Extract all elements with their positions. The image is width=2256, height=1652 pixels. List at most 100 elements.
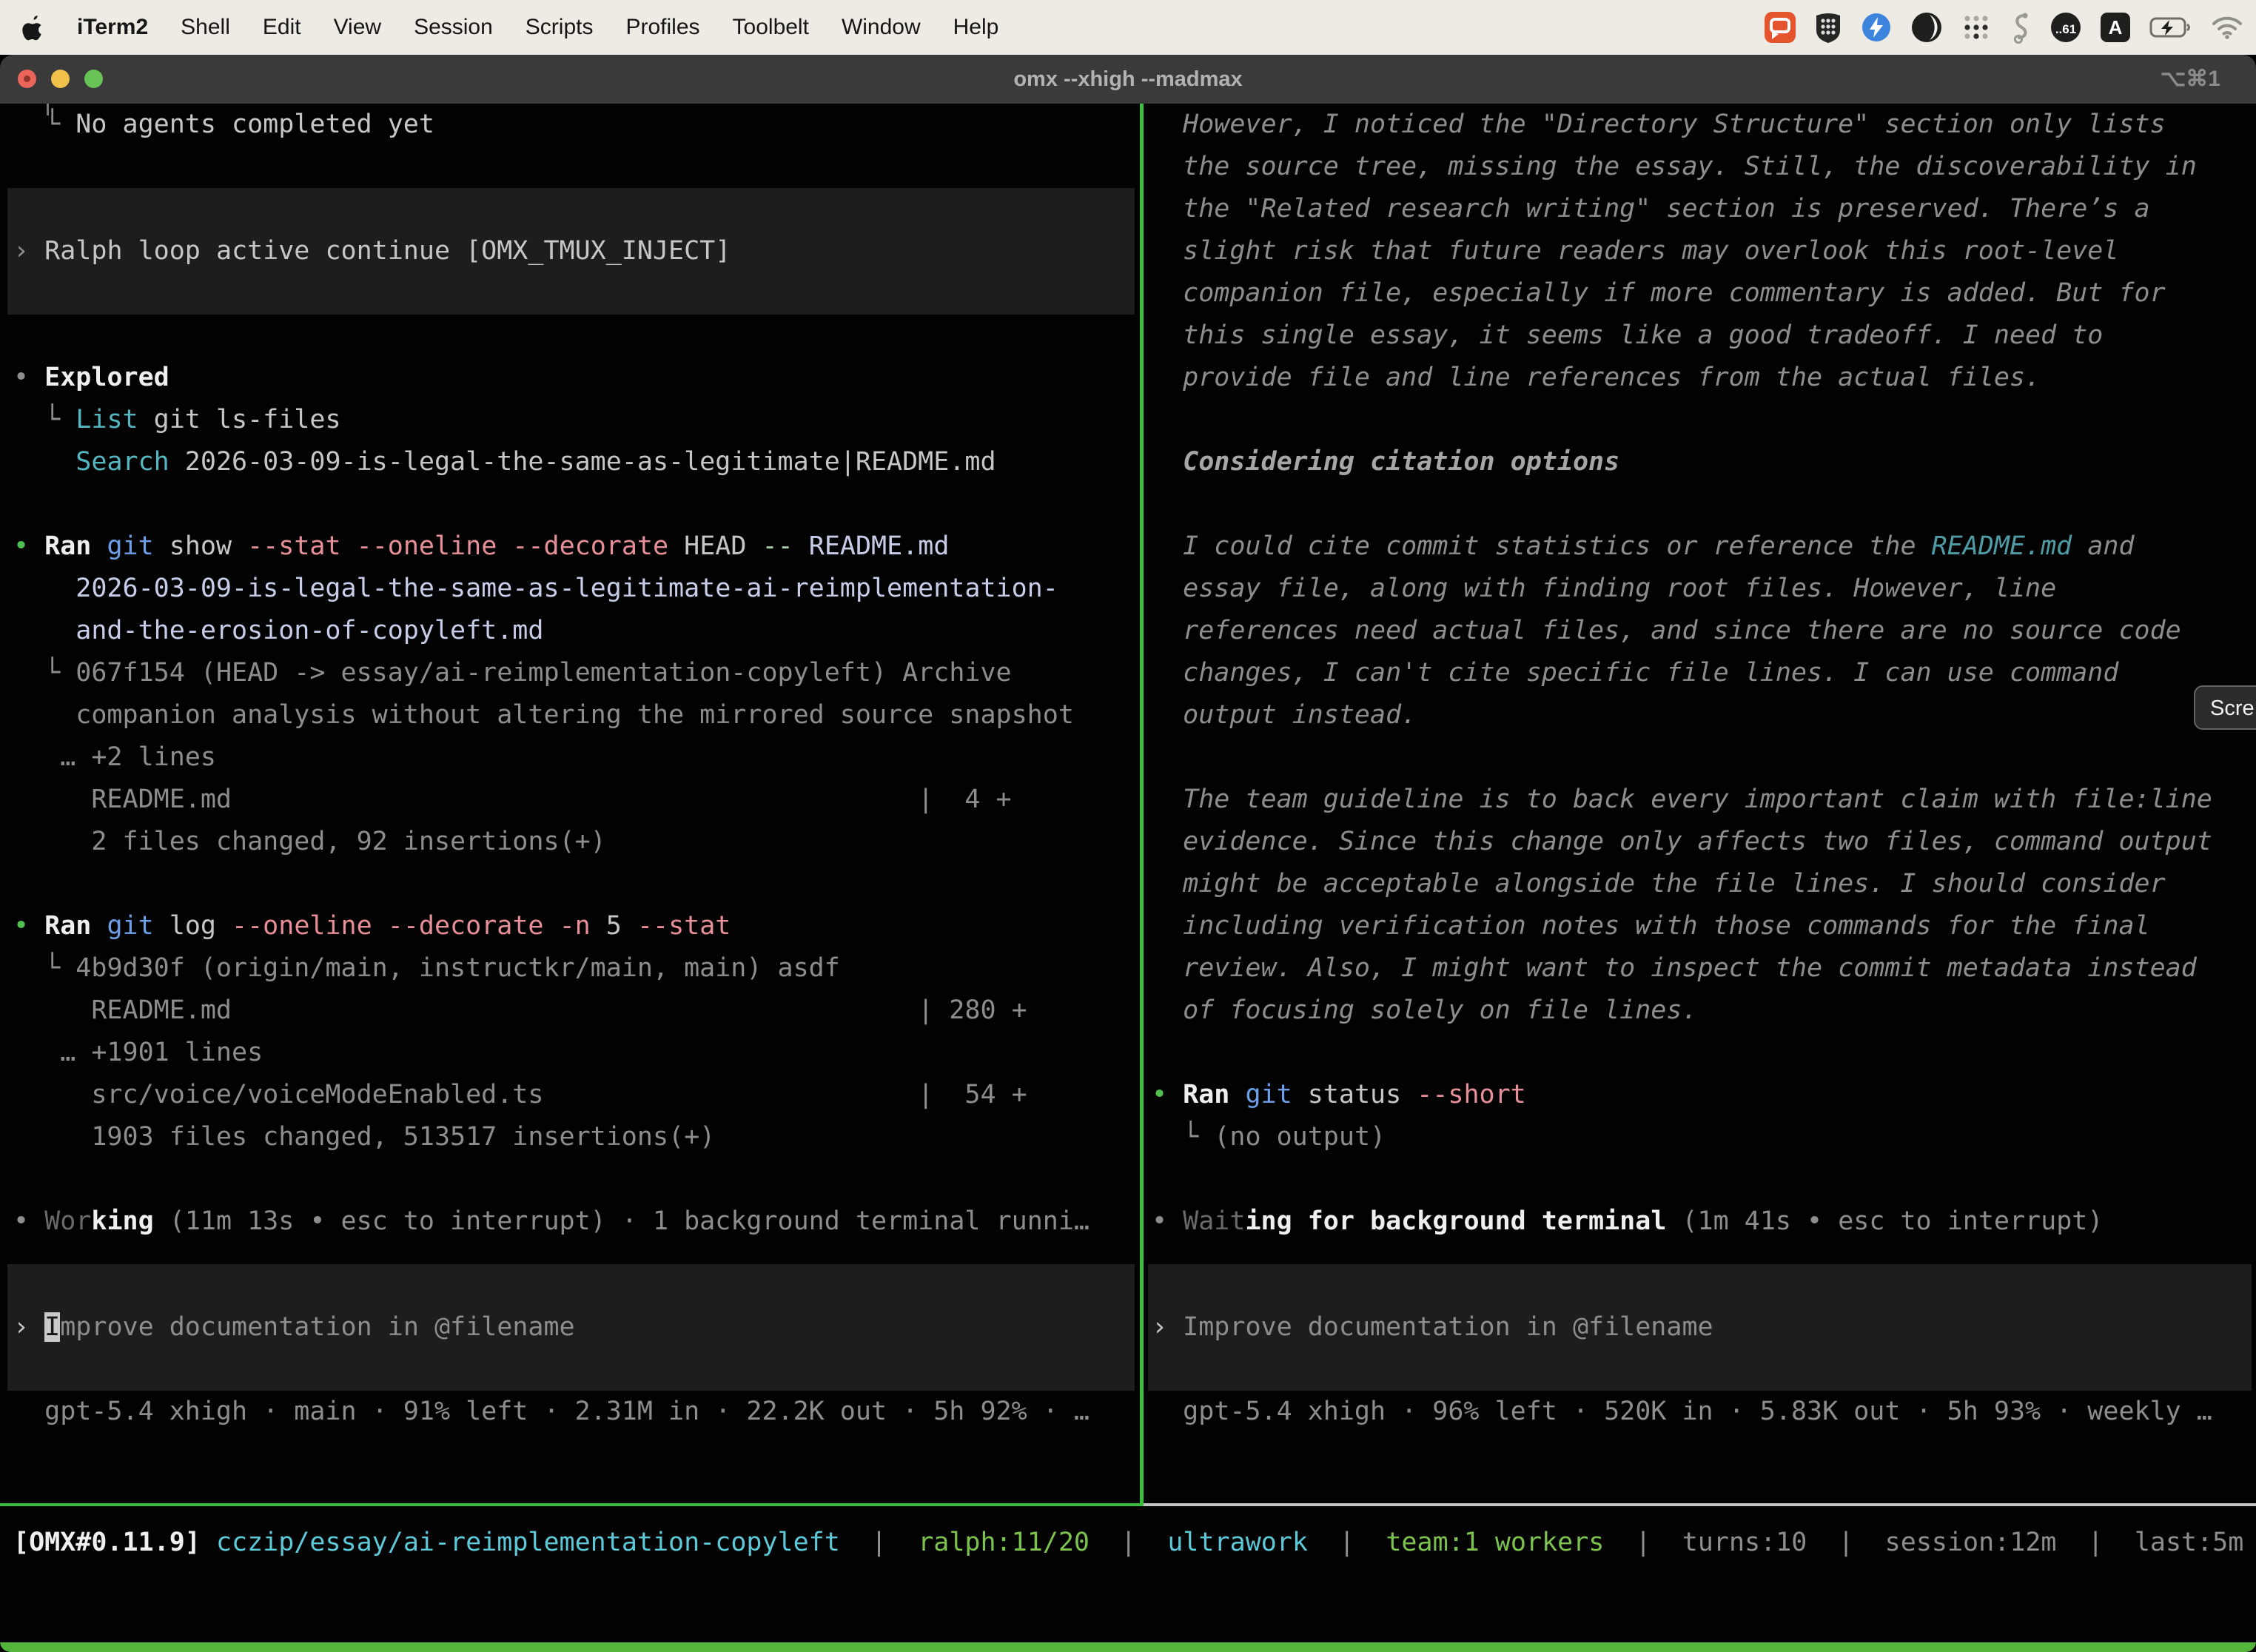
- blank-line: [13, 315, 1140, 357]
- terminal-line: The team guideline is to back every impo…: [1152, 779, 2256, 821]
- terminal-line: of focusing solely on file lines.: [1152, 990, 2256, 1032]
- menu-item-toolbelt[interactable]: Toolbelt: [733, 15, 809, 40]
- terminal-line: I could cite commit statistics or refere…: [1152, 526, 2256, 568]
- terminal-line: README.md | 280 +: [13, 990, 1140, 1032]
- apple-menu-icon[interactable]: [22, 14, 44, 41]
- blank-line: [1152, 399, 2256, 441]
- input-source-letter: A: [2109, 16, 2123, 38]
- terminal-line: provide file and line references from th…: [1152, 357, 2256, 399]
- pane-border-bottom-left: [0, 1503, 1144, 1506]
- terminal-line: slight risk that future readers may over…: [1152, 230, 2256, 272]
- badge-61-icon[interactable]: ..61: [2050, 12, 2081, 43]
- terminal-line: the source tree, missing the essay. Stil…: [1152, 146, 2256, 188]
- terminal-line: └ 4b9d30f (origin/main, instructkr/main,…: [13, 947, 1140, 990]
- terminal-line: references need actual files, and since …: [1152, 610, 2256, 652]
- terminal-line: › Improve documentation in @filename: [1152, 1306, 1713, 1349]
- terminal-line: gpt-5.4 xhigh · 96% left · 520K in · 5.8…: [1152, 1391, 2256, 1433]
- terminal-line: › Ralph loop active continue [OMX_TMUX_I…: [13, 230, 731, 272]
- screen: iTerm2 Shell Edit View Session Scripts Profile…: [0, 0, 2256, 1652]
- s-curve-icon[interactable]: [2010, 11, 2031, 44]
- terminal-line: this single essay, it seems like a good …: [1152, 315, 2256, 357]
- window-shortcut-hint: ⌥⌘1: [2161, 55, 2220, 104]
- battery-charging-icon[interactable]: [2149, 17, 2192, 38]
- pane-border-bottom-right: [1144, 1503, 2256, 1506]
- blue-bolt-icon[interactable]: [1861, 12, 1892, 43]
- terminal-line: … +2 lines: [13, 736, 1140, 779]
- terminal-line: … +1901 lines: [13, 1032, 1140, 1074]
- terminal-line: evidence. Since this change only affects…: [1152, 821, 2256, 863]
- blank-line: [13, 1158, 1140, 1201]
- omx-status-line: [OMX#0.11.9] cczip/essay/ai-reimplementa…: [0, 1522, 2256, 1564]
- terminal-line: 2026-03-09-is-legal-the-same-as-legitima…: [13, 568, 1140, 610]
- terminal-line: src/voice/voiceModeEnabled.ts | 54 +: [13, 1074, 1140, 1116]
- menu-item-iterm2[interactable]: iTerm2: [77, 15, 148, 40]
- menu-item-scripts[interactable]: Scripts: [526, 15, 594, 40]
- blank-line: [1152, 736, 2256, 779]
- terminal-pane-right[interactable]: However, I noticed the "Directory Struct…: [1144, 104, 2256, 1503]
- screen-mirroring-icon[interactable]: [1765, 12, 1796, 43]
- terminal-line: README.md | 4 +: [13, 779, 1140, 821]
- terminal-line: Search 2026-03-09-is-legal-the-same-as-l…: [13, 441, 1140, 483]
- blank-line: [1152, 1243, 2256, 1264]
- terminal-line: However, I noticed the "Directory Struct…: [1152, 104, 2256, 146]
- terminal-line: • Working (11m 13s • esc to interrupt) ·…: [13, 1201, 1140, 1243]
- terminal-line: might be acceptable alongside the file l…: [1152, 863, 2256, 905]
- terminal-line: and-the-erosion-of-copyleft.md: [13, 610, 1140, 652]
- blank-line: [1152, 483, 2256, 526]
- terminal-line: companion analysis without altering the …: [13, 694, 1140, 736]
- terminal-line: • Explored: [13, 357, 1140, 399]
- blank-line: [13, 483, 1140, 526]
- terminal-line: companion file, especially if more comme…: [1152, 272, 2256, 315]
- menu-item-session[interactable]: Session: [414, 15, 493, 40]
- terminal-line: output instead.: [1152, 694, 2256, 736]
- terminal-line: 1903 files changed, 513517 insertions(+): [13, 1116, 1140, 1158]
- prompt-input[interactable]: › Improve documentation in @filename: [1148, 1264, 2252, 1391]
- menu-item-view[interactable]: View: [334, 15, 381, 40]
- terminal-line: 2 files changed, 92 insertions(+): [13, 821, 1140, 863]
- terminal-line: • Ran git status --short: [1152, 1074, 2256, 1116]
- badge-61-text: ..61: [2055, 22, 2076, 36]
- window-title: omx --xhigh --madmax: [0, 55, 2256, 104]
- menu-item-edit[interactable]: Edit: [263, 15, 301, 40]
- iterm2-window: omx --xhigh --madmax ⌥⌘1 └ No agents com…: [0, 55, 2256, 1652]
- tmux-host-clock: "MacBook-Pro-44.local" 04:52 31-Mar-26: [1654, 1649, 2247, 1652]
- terminal-line: • Waiting for background terminal (1m 41…: [1152, 1201, 2256, 1243]
- blank-line: [13, 146, 1140, 188]
- terminal-line: the "Related research writing" section i…: [1152, 188, 2256, 230]
- terminal-line: • Ran git show --stat --oneline --decora…: [13, 526, 1140, 568]
- dots-grid-icon[interactable]: [1961, 13, 1991, 42]
- tmux-status-bar: [omx-cczip0:bash* "MacBook-Pro-44.local"…: [0, 1642, 2256, 1652]
- tmux-session-label: [omx-cczip0:bash*: [9, 1649, 274, 1652]
- terminal-line: gpt-5.4 xhigh · main · 91% left · 2.31M …: [13, 1391, 1140, 1433]
- screen-overlay-tooltip: Scre: [2194, 685, 2256, 730]
- blank-line: [13, 863, 1140, 905]
- blank-line: [13, 1243, 1140, 1264]
- terminal-pane-left[interactable]: └ No agents completed yet › Ralph loop ac…: [0, 104, 1140, 1503]
- menu-bar-status-icons: ..61 A: [1765, 11, 2256, 44]
- blank-line: [1152, 1032, 2256, 1074]
- terminal-line: including verification notes with those …: [1152, 905, 2256, 947]
- terminal-line: essay file, along with finding root file…: [1152, 568, 2256, 610]
- terminal-line: changes, I can't cite specific file line…: [1152, 652, 2256, 694]
- terminal-line: review. Also, I might want to inspect th…: [1152, 947, 2256, 990]
- input-source-a-icon[interactable]: A: [2101, 13, 2130, 42]
- wifi-icon[interactable]: [2212, 16, 2243, 39]
- menu-item-window[interactable]: Window: [842, 15, 921, 40]
- injected-message-box: › Ralph loop active continue [OMX_TMUX_I…: [7, 188, 1135, 315]
- terminal-line: └ (no output): [1152, 1116, 2256, 1158]
- window-title-bar[interactable]: omx --xhigh --madmax ⌥⌘1: [0, 55, 2256, 104]
- terminal-content: └ No agents completed yet › Ralph loop ac…: [0, 104, 2256, 1652]
- blank-line: [1152, 1158, 2256, 1201]
- shield-grid-icon[interactable]: [1815, 11, 1842, 44]
- menu-item-profiles[interactable]: Profiles: [625, 15, 699, 40]
- menu-item-shell[interactable]: Shell: [181, 15, 230, 40]
- macos-menu-bar: iTerm2 Shell Edit View Session Scripts Profile…: [0, 0, 2256, 55]
- menu-item-help[interactable]: Help: [953, 15, 999, 40]
- moon-circle-icon[interactable]: [1911, 12, 1942, 43]
- terminal-line: › Improve documentation in @filename: [13, 1306, 575, 1349]
- terminal-line: └ No agents completed yet: [13, 104, 1140, 146]
- terminal-line: └ List git ls-files: [13, 399, 1140, 441]
- prompt-input[interactable]: › Improve documentation in @filename: [7, 1264, 1135, 1391]
- terminal-line: └ 067f154 (HEAD -> essay/ai-reimplementa…: [13, 652, 1140, 694]
- terminal-line: • Ran git log --oneline --decorate -n 5 …: [13, 905, 1140, 947]
